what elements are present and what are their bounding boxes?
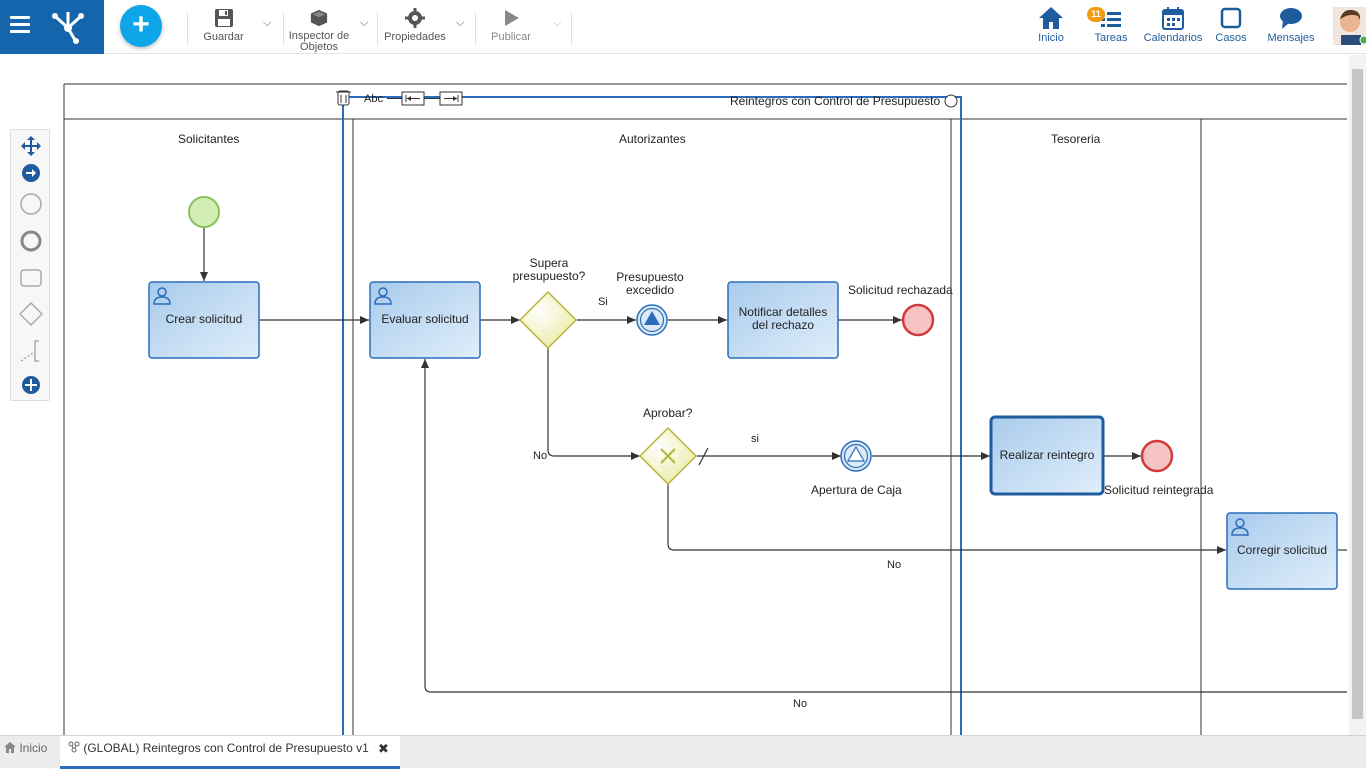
task-label-evaluar: Evaluar solicitud — [381, 312, 469, 326]
lane-label-solicitantes: Solicitantes — [178, 132, 240, 146]
tab-inicio[interactable]: Inicio — [0, 736, 58, 769]
gateway-tool-icon[interactable] — [19, 302, 43, 326]
event-presupuesto-excedido[interactable] — [636, 304, 668, 336]
event-label-reintegrada: Solicitud reintegrada — [1104, 483, 1214, 497]
end-event-tool-icon[interactable] — [19, 229, 43, 253]
tab-inicio-label: Inicio — [19, 741, 48, 755]
event-label-apertura: Apertura de Caja — [811, 483, 902, 497]
add-more-icon[interactable] — [19, 373, 43, 397]
event-label-rechazada: Solicitud rechazada — [848, 283, 953, 297]
lane-label-tesoreria: Tesoreria — [1051, 132, 1101, 146]
vertical-scrollbar[interactable] — [1349, 55, 1366, 735]
task-tool-icon[interactable] — [19, 266, 43, 290]
flow-label-no: No — [793, 698, 808, 710]
tab-process-label: (GLOBAL) Reintegros con Control de Presu… — [83, 741, 369, 755]
expand-lane-icon[interactable] — [439, 91, 463, 106]
shape-palette — [10, 129, 50, 401]
start-event[interactable] — [188, 196, 220, 228]
end-event-reintegrada[interactable] — [1140, 439, 1174, 473]
task-label-reintegro: Realizar reintegro — [999, 448, 1095, 462]
annotation-tool-icon[interactable] — [19, 339, 43, 363]
task-label-notificar: Notificar detalles del rechazo — [738, 305, 828, 332]
task-label-crear: Crear solicitud — [165, 312, 243, 326]
tab-process[interactable]: (GLOBAL) Reintegros con Control de Presu… — [60, 736, 400, 769]
event-label-excedido: Presupuesto excedido — [616, 270, 684, 297]
process-icon — [68, 741, 80, 753]
gateway-label-aprobar: Aprobar? — [643, 406, 693, 420]
scrollbar-thumb[interactable] — [1352, 69, 1363, 719]
connector-icon[interactable] — [19, 161, 43, 185]
close-icon[interactable]: ✖ — [378, 736, 389, 761]
edit-text-tool[interactable]: Abc — [364, 93, 383, 105]
lane-label-autorizantes: Autorizantes — [619, 132, 686, 146]
shrink-lane-icon[interactable] — [401, 91, 425, 106]
gateway-aprobar[interactable] — [638, 426, 698, 486]
trash-icon[interactable] — [336, 90, 351, 106]
pool[interactable] — [63, 83, 1347, 735]
pool-title: Reintegros con Control de Presupuesto — [730, 94, 941, 108]
pool-collapse-icon[interactable] — [944, 94, 958, 108]
task-label-corregir: Corregir solicitud — [1236, 543, 1328, 557]
bottom-tab-bar: Inicio (GLOBAL) Reintegros con Control d… — [0, 735, 1366, 769]
gateway-supera-presupuesto[interactable] — [518, 290, 578, 350]
end-event-rechazada[interactable] — [901, 303, 935, 337]
event-apertura-caja[interactable] — [840, 440, 872, 472]
start-event-tool-icon[interactable] — [19, 192, 43, 216]
move-icon[interactable] — [19, 134, 43, 158]
flow-label-si: Si — [598, 296, 608, 308]
flow-label-no: No — [533, 450, 548, 462]
flow-label-si: si — [751, 433, 759, 445]
flow-label-no: No — [887, 559, 902, 571]
process-diagram — [63, 83, 1347, 738]
gateway-label-presupuesto: Supera presupuesto? — [512, 256, 586, 283]
home-icon — [4, 742, 16, 753]
